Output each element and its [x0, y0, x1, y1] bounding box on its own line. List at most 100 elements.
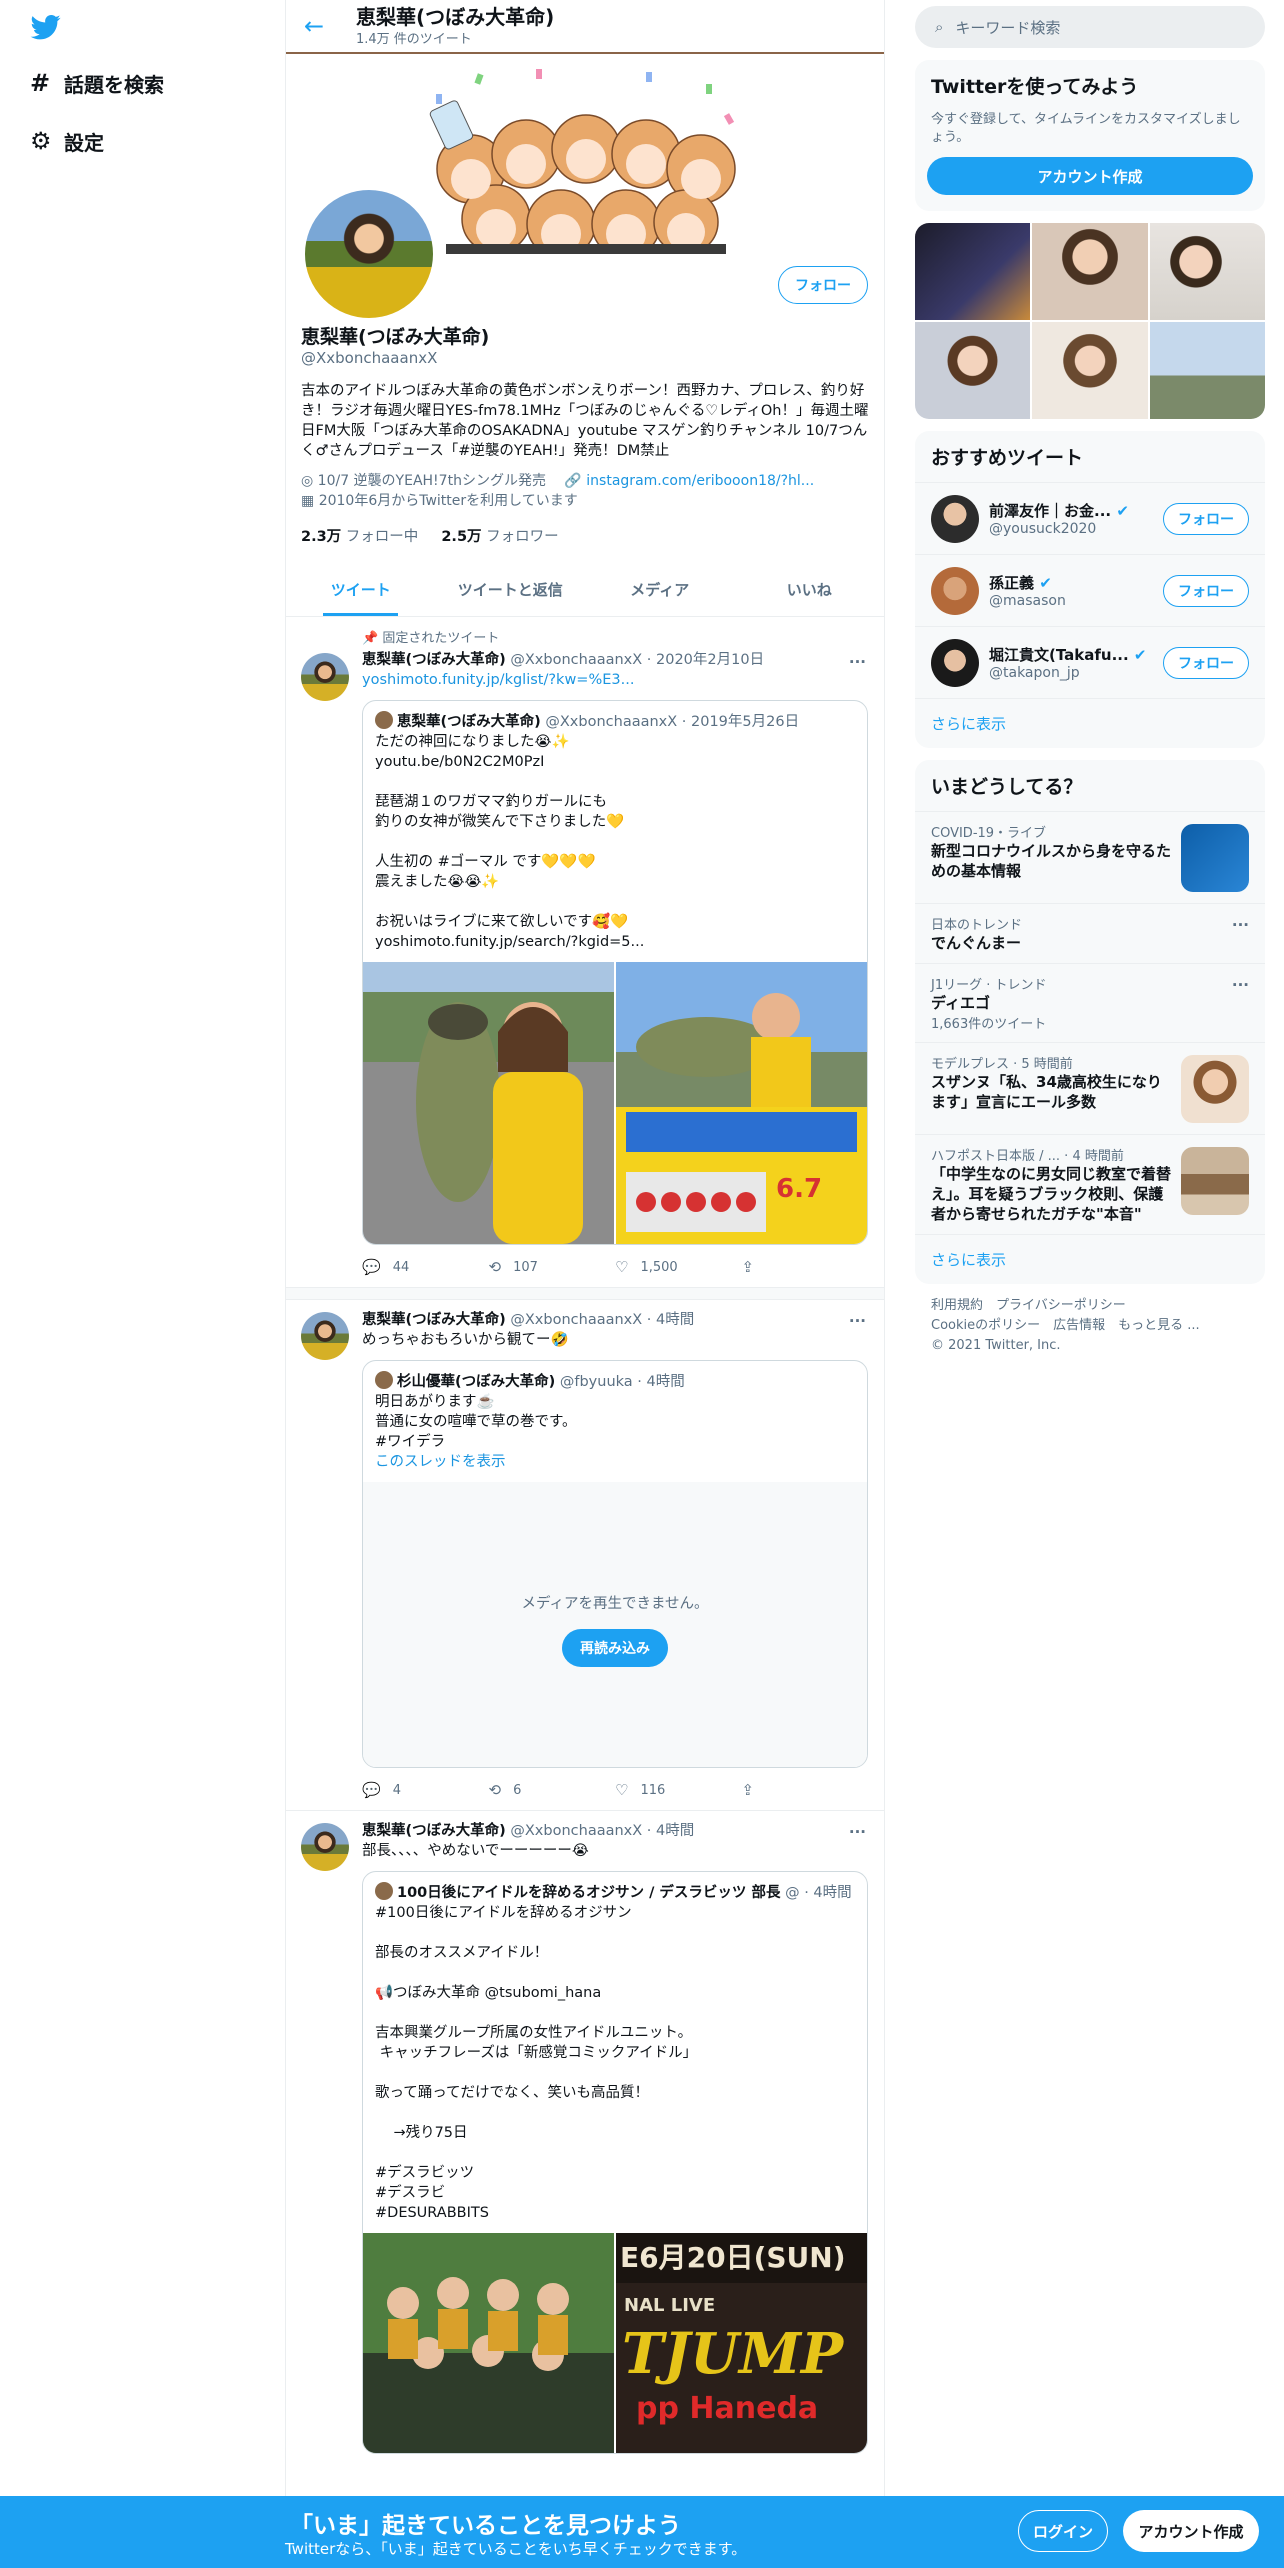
- trend-item[interactable]: モデルプレス · 5 時間前 スザンヌ「私、34歳高校生になります」宣言にエール…: [915, 1042, 1265, 1134]
- follow-button[interactable]: フォロー: [1163, 502, 1249, 535]
- user-name: 孫正義: [989, 574, 1035, 592]
- quoted-tweet[interactable]: 100日後にアイドルを辞めるオジサン / デスラビッツ 部長 @ · 4時間 #1…: [362, 1871, 868, 2454]
- who-item[interactable]: 前澤友作｜お金... ✔ @yousuck2020 フォロー: [915, 482, 1265, 554]
- media-thumb[interactable]: [1032, 322, 1148, 419]
- quote-media[interactable]: E6月20日(SUN) NAL LIVE TJUMP pp Haneda: [363, 2233, 867, 2453]
- signup-button[interactable]: アカウント作成: [927, 157, 1253, 195]
- show-more-link[interactable]: さらに表示: [915, 1234, 1265, 1284]
- more-icon[interactable]: ···: [849, 653, 866, 671]
- trend-item[interactable]: ハフポスト日本版 / ... · 4 時間前 「中学生なのに男女同じ教室で着替え…: [915, 1134, 1265, 1234]
- who-to-follow-card: おすすめツイート 前澤友作｜お金... ✔ @yousuck2020 フォロー 孫…: [915, 431, 1265, 748]
- tab-tweets[interactable]: ツイート: [286, 564, 436, 616]
- trend-image: [1181, 1055, 1249, 1123]
- search-placeholder: キーワード検索: [955, 18, 1061, 37]
- more-icon[interactable]: ···: [849, 1823, 866, 1841]
- share-button[interactable]: ⇪: [742, 1781, 869, 1799]
- tweet-count: 1.4万 件のツイート: [356, 31, 472, 47]
- tweet-author[interactable]: 恵梨華(つぼみ大革命): [362, 652, 506, 668]
- follow-stats: 2.3万 フォロー中 2.5万 フォロワー: [301, 525, 869, 546]
- reply-button[interactable]: 💬 4: [362, 1781, 489, 1799]
- signup-subtitle: 今すぐ登録して、タイムラインをカスタマイズしましょう。: [931, 112, 1241, 145]
- tweet[interactable]: 📌 固定されたツイート 恵梨華(つぼみ大革命) @XxbonchaaanxX ·…: [286, 617, 884, 1288]
- reply-count: 4: [392, 1782, 401, 1798]
- link-icon: 🔗: [564, 473, 587, 489]
- back-arrow-icon[interactable]: ←: [304, 12, 356, 40]
- profile-link[interactable]: instagram.com/eribooon18/?hl...: [586, 473, 814, 489]
- more-icon[interactable]: ···: [1232, 976, 1249, 994]
- media-thumb[interactable]: [1149, 322, 1265, 419]
- like-button[interactable]: ♡ 1,500: [615, 1258, 742, 1276]
- tweet-handle: @XxbonchaaanxX · 2020年2月10日: [510, 652, 765, 668]
- followers-stat[interactable]: 2.5万 フォロワー: [441, 529, 558, 545]
- login-button[interactable]: ログイン: [1018, 2510, 1108, 2552]
- more-icon[interactable]: ···: [1232, 916, 1249, 934]
- quote-body: 恵梨華(つぼみ大革命) @XxbonchaaanxX · 2019年5月26日た…: [363, 701, 867, 962]
- media-thumb[interactable]: [915, 322, 1031, 419]
- footer: 利用規約 プライバシーポリシー Cookieのポリシー 広告情報 もっと見る .…: [915, 1284, 1265, 1368]
- user-avatar[interactable]: [931, 638, 979, 687]
- verified-icon: ✔: [1116, 502, 1129, 520]
- following-count: 2.3万: [301, 529, 342, 545]
- retweet-button[interactable]: ⟲ 6: [489, 1781, 616, 1799]
- reply-button[interactable]: 💬 44: [362, 1258, 489, 1276]
- signup-card: Twitterを使ってみよう 今すぐ登録して、タイムラインをカスタマイズしましょ…: [915, 60, 1265, 211]
- user-avatar[interactable]: [931, 566, 979, 615]
- trend-item[interactable]: J1リーグ · トレンド ディエゴ 1,663件のツイート ···: [915, 963, 1265, 1042]
- more-icon[interactable]: ···: [849, 1312, 866, 1330]
- share-icon: ⇪: [741, 1781, 755, 1799]
- who-item[interactable]: 孫正義 ✔ @masason フォロー: [915, 554, 1265, 626]
- user-avatar[interactable]: [931, 494, 979, 543]
- share-button[interactable]: ⇪: [742, 1258, 869, 1276]
- fishing-photo-2: 6.7: [616, 962, 867, 1244]
- show-thread-link[interactable]: このスレッドを表示: [375, 1454, 506, 1470]
- signup-button[interactable]: アカウント作成: [1123, 2510, 1259, 2552]
- media-thumb[interactable]: [1149, 223, 1265, 320]
- heart-icon: ♡: [615, 1781, 629, 1799]
- trend-item[interactable]: COVID-19・ライブ 新型コロナウイルスから身を守るための基本情報: [915, 811, 1265, 903]
- media-thumb[interactable]: [915, 223, 1031, 320]
- trend-category: COVID-19・ライブ: [931, 826, 1047, 841]
- search-box[interactable]: ⌕ キーワード検索: [915, 6, 1265, 48]
- user-name: 堀江貴文(Takafu...: [989, 646, 1129, 664]
- main-column: ← 恵梨華(つぼみ大革命) 1.4万 件のツイート フォロー 恵梨華(つぼみ大革…: [285, 0, 885, 2568]
- tweet-avatar[interactable]: [301, 653, 349, 701]
- tab-likes[interactable]: いいね: [735, 564, 885, 616]
- follow-button[interactable]: フォロー: [778, 266, 868, 304]
- tab-tweets-replies[interactable]: ツイートと返信: [436, 564, 586, 616]
- tweet-author[interactable]: 恵梨華(つぼみ大革命): [362, 1823, 506, 1839]
- quote-header: 100日後にアイドルを辞めるオジサン / デスラビッツ 部長 @ · 4時間: [375, 1882, 855, 1903]
- verified-icon: ✔: [1133, 646, 1147, 664]
- follow-button[interactable]: フォロー: [1163, 646, 1249, 679]
- tweet-actions: 💬 44 ⟲ 107 ♡ 1,500 ⇪: [362, 1257, 868, 1277]
- twitter-logo-icon[interactable]: [28, 12, 64, 42]
- reload-button[interactable]: 再読み込み: [562, 1629, 668, 1667]
- media-thumb[interactable]: [1032, 223, 1148, 320]
- tweet[interactable]: 恵梨華(つぼみ大革命) @XxbonchaaanxX · 4時間 ··· めっち…: [286, 1300, 884, 1811]
- pinned-label: 📌 固定されたツイート: [362, 627, 868, 646]
- retweet-button[interactable]: ⟲ 107: [489, 1258, 616, 1276]
- nav-settings[interactable]: ⚙ 設定: [30, 121, 104, 161]
- footer-links-2[interactable]: Cookieのポリシー 広告情報 もっと見る ...: [931, 1316, 1249, 1336]
- tweet-link[interactable]: yoshimoto.funity.jp/kglist/?kw=%E3...: [362, 672, 634, 688]
- tweet-header: 恵梨華(つぼみ大革命) @XxbonchaaanxX · 2020年2月10日: [362, 650, 868, 670]
- tweet[interactable]: 恵梨華(つぼみ大革命) @XxbonchaaanxX · 4時間 ··· 部長、…: [286, 1811, 884, 2464]
- tweet-avatar[interactable]: [301, 1823, 349, 1871]
- following-stat[interactable]: 2.3万 フォロー中: [301, 529, 418, 545]
- like-button[interactable]: ♡ 116: [615, 1781, 742, 1799]
- svg-text:E6月20日(SUN): E6月20日(SUN): [620, 2241, 846, 2274]
- who-item[interactable]: 堀江貴文(Takafu... ✔ @takapon_jp フォロー: [915, 626, 1265, 698]
- quoted-tweet[interactable]: 杉山優華(つぼみ大革命) @fbyuuka · 4時間 明日あがります☕️ 普通に…: [362, 1360, 868, 1768]
- quoted-tweet[interactable]: 恵梨華(つぼみ大革命) @XxbonchaaanxX · 2019年5月26日た…: [362, 700, 868, 1245]
- tweet-author[interactable]: 恵梨華(つぼみ大革命): [362, 1312, 506, 1328]
- follow-button[interactable]: フォロー: [1163, 574, 1249, 607]
- trend-category: 日本のトレンド: [931, 918, 1023, 933]
- tweet-avatar[interactable]: [301, 1312, 349, 1360]
- show-more-link[interactable]: さらに表示: [915, 698, 1265, 748]
- tab-media[interactable]: メディア: [585, 564, 735, 616]
- profile-avatar[interactable]: [301, 186, 437, 322]
- right-sidebar: ⌕ キーワード検索 Twitterを使ってみよう 今すぐ登録して、タイムラインをカ…: [915, 0, 1265, 1368]
- trend-item[interactable]: 日本のトレンド でんぐんまー ···: [915, 903, 1265, 963]
- nav-explore[interactable]: # 話題を検索: [30, 63, 164, 103]
- quote-media[interactable]: 6.7: [363, 962, 867, 1244]
- footer-links-1[interactable]: 利用規約 プライバシーポリシー: [931, 1296, 1249, 1316]
